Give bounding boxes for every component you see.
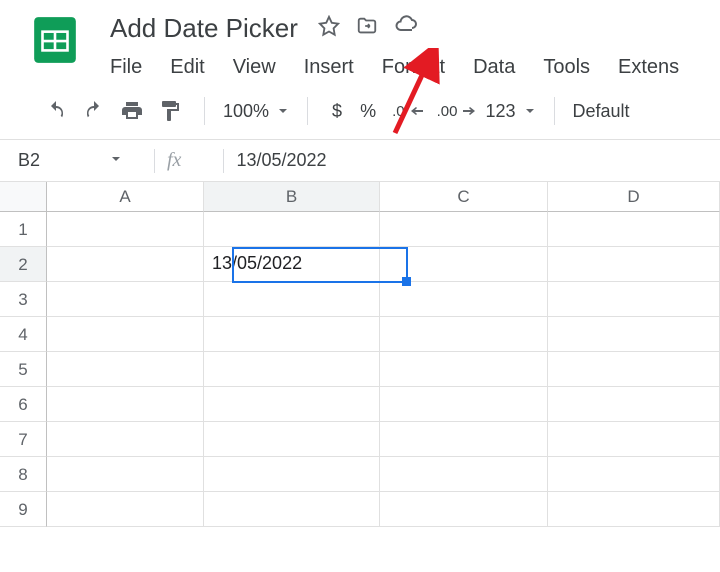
font-family-dropdown[interactable]: Default [573, 101, 630, 122]
arrow-left-icon [411, 107, 423, 115]
sheets-logo-icon[interactable] [30, 15, 80, 65]
undo-icon[interactable] [40, 95, 72, 127]
row-header-9[interactable]: 9 [0, 492, 47, 527]
cell-c2[interactable] [380, 247, 548, 282]
cell-d7[interactable] [548, 422, 720, 457]
cell-b1[interactable] [204, 212, 380, 247]
paint-format-icon[interactable] [154, 95, 186, 127]
row-header-1[interactable]: 1 [0, 212, 47, 247]
formula-bar: B2 fx 13/05/2022 [0, 140, 720, 182]
cell-a7[interactable] [47, 422, 204, 457]
menu-edit[interactable]: Edit [170, 56, 204, 79]
cell-d3[interactable] [548, 282, 720, 317]
increase-decimal-button[interactable]: .00 [433, 103, 480, 120]
chevron-down-icon [277, 105, 289, 117]
cell-a8[interactable] [47, 457, 204, 492]
cell-d8[interactable] [548, 457, 720, 492]
menu-view[interactable]: View [233, 56, 276, 79]
cell-d2[interactable] [548, 247, 720, 282]
spreadsheet-grid[interactable]: A B C D 1 2 13/05/2022 3 4 5 [0, 182, 720, 527]
percent-button[interactable]: % [354, 101, 382, 122]
cell-b7[interactable] [204, 422, 380, 457]
cell-d5[interactable] [548, 352, 720, 387]
column-header-b[interactable]: B [204, 182, 380, 212]
cell-c1[interactable] [380, 212, 548, 247]
move-folder-icon[interactable] [356, 15, 378, 42]
name-box-dropdown-icon[interactable] [110, 152, 122, 170]
row-header-3[interactable]: 3 [0, 282, 47, 317]
arrow-right-icon [463, 107, 475, 115]
cell-a2[interactable] [47, 247, 204, 282]
cell-c8[interactable] [380, 457, 548, 492]
chevron-down-icon [524, 105, 536, 117]
cell-a9[interactable] [47, 492, 204, 527]
menu-insert[interactable]: Insert [304, 56, 354, 79]
cell-a6[interactable] [47, 387, 204, 422]
redo-icon[interactable] [78, 95, 110, 127]
cell-b6[interactable] [204, 387, 380, 422]
cell-b4[interactable] [204, 317, 380, 352]
cell-d4[interactable] [548, 317, 720, 352]
select-all-corner[interactable] [0, 182, 47, 212]
row-header-5[interactable]: 5 [0, 352, 47, 387]
menu-format[interactable]: Format [382, 56, 445, 79]
menu-tools[interactable]: Tools [543, 56, 590, 79]
zoom-dropdown[interactable]: 100% [223, 101, 289, 122]
print-icon[interactable] [116, 95, 148, 127]
menu-data[interactable]: Data [473, 56, 515, 79]
number-format-dropdown[interactable]: 123 [485, 101, 535, 122]
row-header-8[interactable]: 8 [0, 457, 47, 492]
row-header-7[interactable]: 7 [0, 422, 47, 457]
column-header-d[interactable]: D [548, 182, 720, 212]
cell-c9[interactable] [380, 492, 548, 527]
currency-button[interactable]: $ [326, 101, 348, 122]
cell-a3[interactable] [47, 282, 204, 317]
cell-b2[interactable]: 13/05/2022 [204, 247, 380, 282]
document-title[interactable]: Add Date Picker [110, 13, 298, 44]
formula-input[interactable]: 13/05/2022 [236, 150, 326, 171]
fx-label: fx [167, 149, 181, 172]
zoom-value: 100% [223, 101, 269, 122]
cell-d1[interactable] [548, 212, 720, 247]
cell-b5[interactable] [204, 352, 380, 387]
cell-c3[interactable] [380, 282, 548, 317]
decrease-decimal-button[interactable]: .0 [388, 103, 427, 120]
toolbar: 100% $ % .0 .00 123 Default [0, 79, 720, 140]
cell-b9[interactable] [204, 492, 380, 527]
cell-c4[interactable] [380, 317, 548, 352]
cell-b8[interactable] [204, 457, 380, 492]
cell-c5[interactable] [380, 352, 548, 387]
cell-d6[interactable] [548, 387, 720, 422]
cloud-status-icon[interactable] [394, 14, 418, 43]
row-header-2[interactable]: 2 [0, 247, 47, 282]
star-icon[interactable] [318, 15, 340, 42]
menu-extensions[interactable]: Extens [618, 56, 679, 79]
row-header-4[interactable]: 4 [0, 317, 47, 352]
name-box[interactable]: B2 [10, 150, 110, 171]
cell-a4[interactable] [47, 317, 204, 352]
menu-file[interactable]: File [110, 56, 142, 79]
cell-a1[interactable] [47, 212, 204, 247]
row-header-6[interactable]: 6 [0, 387, 47, 422]
column-header-c[interactable]: C [380, 182, 548, 212]
cell-c6[interactable] [380, 387, 548, 422]
cell-d9[interactable] [548, 492, 720, 527]
menu-bar: File Edit View Insert Format Data Tools … [110, 56, 720, 79]
column-header-a[interactable]: A [47, 182, 204, 212]
cell-b3[interactable] [204, 282, 380, 317]
cell-a5[interactable] [47, 352, 204, 387]
cell-c7[interactable] [380, 422, 548, 457]
